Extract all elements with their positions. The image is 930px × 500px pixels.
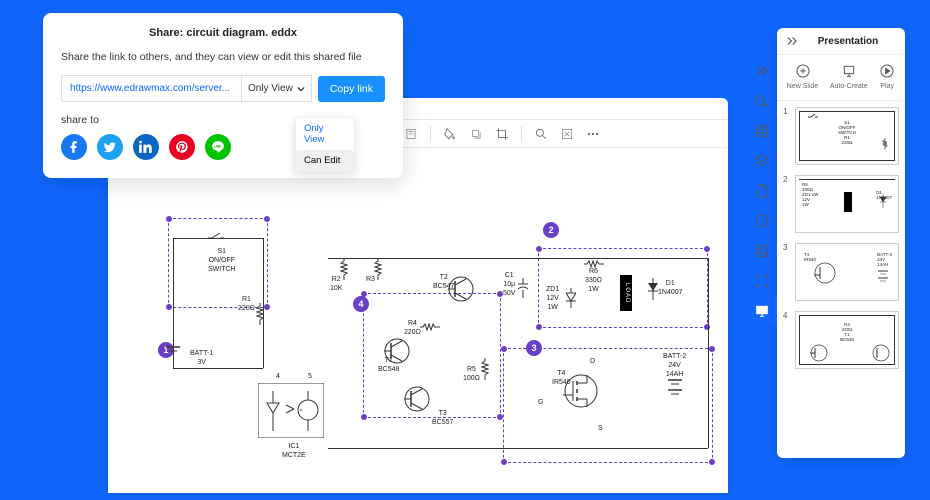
chevron-down-icon bbox=[297, 85, 305, 93]
selection-badge-4: 4 bbox=[353, 296, 369, 312]
transistor-t2-glyph bbox=[448, 276, 474, 302]
note-icon[interactable] bbox=[404, 127, 418, 141]
permission-dropdown: Only View Can Edit bbox=[295, 117, 355, 172]
canvas-area[interactable]: 1 2 3 4 S1 ON/OFF SWITCH R1 220Ω bbox=[108, 148, 728, 493]
presentation-actions: New Slide Auto-Create Play bbox=[777, 55, 905, 101]
optocoupler-glyph bbox=[258, 383, 324, 438]
switch-glyph bbox=[208, 233, 224, 243]
permission-option-only-view[interactable]: Only View bbox=[296, 118, 354, 150]
diode-d1-glyph bbox=[648, 278, 658, 300]
presentation-panel: Presentation New Slide Auto-Create Play … bbox=[777, 28, 905, 458]
label-load: LOAD bbox=[620, 275, 632, 311]
separator bbox=[430, 126, 431, 142]
resistor-r6-glyph bbox=[584, 260, 606, 268]
circuit-diagram: 1 2 3 4 S1 ON/OFF SWITCH R1 220Ω bbox=[108, 148, 728, 493]
new-slide-label: New Slide bbox=[787, 83, 819, 90]
permission-selected-label: Only View bbox=[248, 83, 293, 94]
resistor-r4-glyph bbox=[420, 323, 442, 331]
share-url-input[interactable]: https://www.edrawmax.com/server... bbox=[61, 75, 242, 102]
image-icon[interactable] bbox=[747, 236, 777, 266]
copy-link-button[interactable]: Copy link bbox=[318, 76, 385, 102]
slide-number: 2 bbox=[783, 175, 791, 233]
grid-apps-icon[interactable] bbox=[747, 116, 777, 146]
fullscreen-icon[interactable] bbox=[747, 266, 777, 296]
collapse-right-icon[interactable] bbox=[747, 56, 777, 86]
paint-bucket-icon[interactable] bbox=[443, 127, 457, 141]
slide-item-4[interactable]: 4 R4 220Ω T1 BC548 bbox=[783, 311, 899, 369]
label-t3: T3 BC557 bbox=[432, 410, 453, 428]
resistor-r2-glyph bbox=[340, 258, 348, 282]
label-t4-s: S bbox=[598, 425, 603, 434]
battery-glyph bbox=[166, 343, 180, 359]
play-button[interactable]: Play bbox=[879, 63, 895, 90]
fit-icon[interactable] bbox=[560, 127, 574, 141]
label-ic1: IC1 MCT2E bbox=[282, 443, 306, 461]
slide-number: 3 bbox=[783, 243, 791, 301]
label-batt1: BATT-1 3V bbox=[190, 350, 213, 368]
transistor-t3-glyph bbox=[404, 386, 430, 412]
slide-thumbnail-2[interactable]: R6 330Ω ZD1 1W 12V 1W D1 1N4007 bbox=[795, 175, 899, 233]
label-r1: R1 220Ω bbox=[238, 296, 255, 314]
label-s1: S1 ON/OFF SWITCH bbox=[208, 248, 236, 274]
pinterest-button[interactable] bbox=[169, 134, 195, 160]
layers-icon[interactable] bbox=[747, 146, 777, 176]
label-ic1-pin5: 5 bbox=[308, 373, 312, 382]
selection-badge-3: 3 bbox=[526, 340, 542, 356]
slides-list: 1 S1 ON/OFF SWITCH R1 220Ω 2 R6 330Ω ZD1… bbox=[777, 101, 905, 375]
slide-thumbnail-3[interactable]: T4 IR540 BATT-2 24V 14AH bbox=[795, 243, 899, 301]
resistor-r5-glyph bbox=[481, 358, 489, 382]
resistor-r3-glyph bbox=[374, 258, 382, 282]
label-zd1: ZD1 12V 1W bbox=[546, 286, 559, 312]
label-t4-g: G bbox=[538, 399, 543, 408]
linkedin-button[interactable] bbox=[133, 134, 159, 160]
slide-item-1[interactable]: 1 S1 ON/OFF SWITCH R1 220Ω bbox=[783, 107, 899, 165]
permission-option-can-edit[interactable]: Can Edit bbox=[296, 150, 354, 171]
label-d1: D1 1N4007 bbox=[658, 280, 683, 298]
play-label: Play bbox=[880, 83, 894, 90]
right-icon-strip bbox=[747, 56, 777, 326]
share-link-row: https://www.edrawmax.com/server... Only … bbox=[61, 75, 385, 102]
selection-badge-2: 2 bbox=[543, 222, 559, 238]
slide-thumbnail-1[interactable]: S1 ON/OFF SWITCH R1 220Ω bbox=[795, 107, 899, 165]
resistor-r1-glyph bbox=[256, 303, 264, 327]
auto-create-button[interactable]: Auto-Create bbox=[830, 63, 868, 90]
slide-item-2[interactable]: 2 R6 330Ω ZD1 1W 12V 1W D1 1N4007 bbox=[783, 175, 899, 233]
twitter-button[interactable] bbox=[97, 134, 123, 160]
new-slide-button[interactable]: New Slide bbox=[787, 63, 819, 90]
auto-create-label: Auto-Create bbox=[830, 83, 868, 90]
label-r6: R6 330Ω 1W bbox=[585, 268, 602, 294]
slide-item-3[interactable]: 3 T4 IR540 BATT-2 24V 14AH bbox=[783, 243, 899, 301]
label-c1: C1 10µ 50V bbox=[503, 272, 515, 298]
label-r5: R5 100Ω bbox=[463, 366, 480, 384]
transistor-t1-glyph bbox=[384, 338, 410, 364]
permission-select[interactable]: Only View bbox=[242, 75, 312, 102]
slide-number: 1 bbox=[783, 107, 791, 165]
label-r4: R4 220Ω bbox=[404, 320, 421, 338]
paint-icon[interactable] bbox=[747, 86, 777, 116]
label-t4-d: D bbox=[590, 358, 595, 367]
history-icon[interactable] bbox=[747, 206, 777, 236]
more-icon[interactable] bbox=[586, 127, 600, 141]
crop-icon[interactable] bbox=[495, 127, 509, 141]
presentation-header: Presentation bbox=[777, 28, 905, 55]
slide-number: 4 bbox=[783, 311, 791, 369]
battery2-glyph bbox=[668, 376, 682, 406]
zoom-icon[interactable] bbox=[534, 127, 548, 141]
presentation-title: Presentation bbox=[799, 36, 897, 47]
capacitor-c1-glyph bbox=[518, 278, 528, 298]
shadow-icon[interactable] bbox=[469, 127, 483, 141]
facebook-button[interactable] bbox=[61, 134, 87, 160]
page-icon[interactable] bbox=[747, 176, 777, 206]
share-dialog: Share: circuit diagram. eddx Share the l… bbox=[43, 13, 403, 178]
collapse-icon[interactable] bbox=[785, 34, 799, 48]
zener-zd1-glyph bbox=[566, 288, 576, 308]
share-title: Share: circuit diagram. eddx bbox=[61, 27, 385, 39]
share-description: Share the link to others, and they can v… bbox=[61, 51, 385, 63]
label-ic1-pin4: 4 bbox=[276, 373, 280, 382]
separator bbox=[521, 126, 522, 142]
slide-thumbnail-4[interactable]: R4 220Ω T1 BC548 bbox=[795, 311, 899, 369]
mosfet-t4-glyph bbox=[563, 373, 599, 409]
line-button[interactable] bbox=[205, 134, 231, 160]
presentation-icon[interactable] bbox=[747, 296, 777, 326]
